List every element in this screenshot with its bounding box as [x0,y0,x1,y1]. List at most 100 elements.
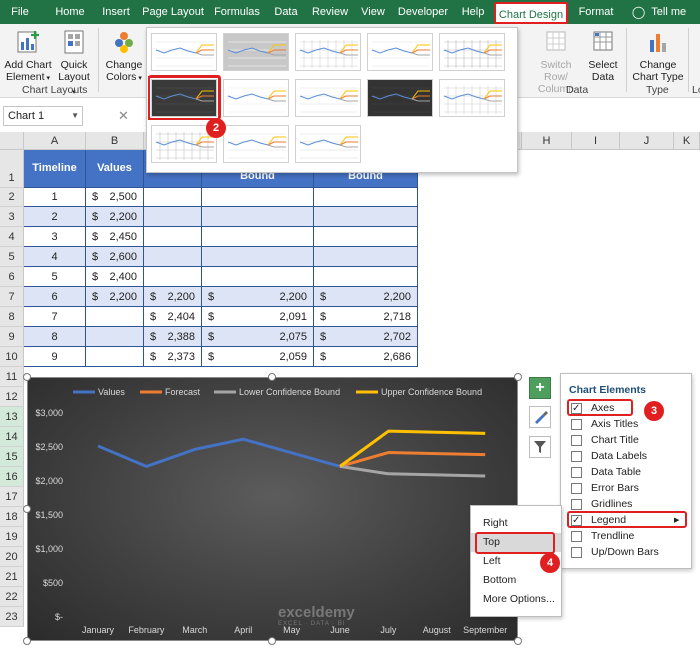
table-cell[interactable]: 7 [24,307,86,327]
table-cell[interactable] [202,207,314,227]
table-cell[interactable]: 6 [24,287,86,307]
tab-insert[interactable]: Insert [96,0,136,24]
chart-style-thumbnail[interactable] [295,33,361,71]
table-cell[interactable] [144,267,202,287]
resize-handle[interactable] [514,637,522,645]
column-header[interactable]: H [522,132,572,150]
change-colors-button[interactable]: Change Colors ▾ [104,28,144,85]
row-header[interactable]: 19 [0,527,24,547]
chart-style-thumbnail[interactable] [439,33,505,71]
row-header[interactable]: 3 [0,207,24,227]
table-cell[interactable]: $2,200 [86,207,144,227]
chart-filters-button[interactable] [529,436,551,458]
tab-help[interactable]: Help [458,0,488,24]
select-all-corner[interactable] [0,132,24,150]
table-cell[interactable] [202,227,314,247]
add-chart-element-button[interactable]: Add Chart Element ▾ [4,28,52,85]
chart-element-error-bars[interactable]: Error Bars [571,482,689,497]
table-cell[interactable] [202,188,314,207]
row-header[interactable]: 18 [0,507,24,527]
table-cell[interactable] [86,307,144,327]
table-header-values[interactable]: Values [86,150,144,188]
checkbox[interactable] [571,451,582,462]
chart-style-thumbnail[interactable] [223,125,289,163]
checkbox[interactable] [571,531,582,542]
resize-handle[interactable] [514,373,522,381]
table-cell[interactable] [314,227,418,247]
table-cell[interactable]: $2,091 [202,307,314,327]
row-header[interactable]: 14 [0,427,24,447]
table-cell[interactable] [314,247,418,267]
table-header-timeline[interactable]: Timeline [24,150,86,188]
legend-option-bottom[interactable]: Bottom [471,571,561,590]
table-cell[interactable]: $2,059 [202,347,314,367]
column-header[interactable]: J [620,132,674,150]
chart-style-thumbnail[interactable] [367,79,433,117]
chart-style-thumbnail[interactable] [295,125,361,163]
tell-me-search[interactable]: ◯ Tell me [626,0,692,24]
row-header[interactable]: 2 [0,188,24,207]
row-header[interactable]: 21 [0,567,24,587]
chart-style-thumbnail[interactable] [151,33,217,71]
chart-elements-button[interactable]: + [529,377,551,399]
chart-style-thumbnail[interactable] [439,79,505,117]
tab-file[interactable]: File [4,0,36,24]
checkbox[interactable] [571,483,582,494]
table-cell[interactable]: $2,200 [202,287,314,307]
table-cell[interactable] [314,188,418,207]
table-cell[interactable]: $2,388 [144,327,202,347]
series-line[interactable] [339,451,486,468]
chart-element-chart-title[interactable]: Chart Title [571,434,689,449]
row-header[interactable]: 5 [0,247,24,267]
table-cell[interactable]: $2,600 [86,247,144,267]
table-cell[interactable]: $2,200 [314,287,418,307]
table-cell[interactable]: 8 [24,327,86,347]
series-line[interactable] [97,437,341,468]
chart-element-data-table[interactable]: Data Table [571,466,689,481]
row-header[interactable]: 17 [0,487,24,507]
table-cell[interactable]: $2,075 [202,327,314,347]
checkbox[interactable] [571,467,582,478]
row-header[interactable]: 13 [0,407,24,427]
row-header[interactable]: 9 [0,327,24,347]
chart-style-thumbnail[interactable] [223,33,289,71]
row-header[interactable]: 11 [0,367,24,387]
table-cell[interactable]: 3 [24,227,86,247]
table-cell[interactable] [314,207,418,227]
table-cell[interactable] [144,227,202,247]
resize-handle[interactable] [23,637,31,645]
row-header[interactable]: 12 [0,387,24,407]
chart-element-axis-titles[interactable]: Axis Titles [571,418,689,433]
tab-view[interactable]: View [358,0,388,24]
checkbox[interactable] [571,435,582,446]
formula-cancel-icon[interactable]: ✕ [118,106,129,126]
tab-page-layout[interactable]: Page Layout [140,0,206,24]
select-data-button[interactable]: Select Data [586,28,620,83]
table-cell[interactable]: 1 [24,188,86,207]
column-header[interactable]: K [674,132,700,150]
table-cell[interactable]: $2,450 [86,227,144,247]
tab-formulas[interactable]: Formulas [212,0,262,24]
table-cell[interactable]: $2,400 [86,267,144,287]
chart-styles-button[interactable] [529,406,551,428]
resize-handle[interactable] [23,505,31,513]
table-cell[interactable]: $2,702 [314,327,418,347]
legend-option-more-options[interactable]: More Options... [471,590,561,609]
table-cell[interactable] [86,347,144,367]
table-cell[interactable]: 2 [24,207,86,227]
table-cell[interactable]: $2,686 [314,347,418,367]
tab-data[interactable]: Data [270,0,302,24]
forecast-line-chart[interactable]: $3,000 $2,500 $2,000 $1,500 $1,000 $500 $- Janu… [27,377,518,641]
chart-style-thumbnail[interactable] [295,79,361,117]
column-header[interactable]: A [24,132,86,150]
row-header[interactable]: 6 [0,267,24,287]
name-box[interactable]: Chart 1 ▼ [3,106,83,126]
table-cell[interactable] [144,247,202,267]
chart-style-thumbnail[interactable] [367,33,433,71]
tab-home[interactable]: Home [50,0,90,24]
resize-handle[interactable] [23,373,31,381]
table-cell[interactable]: $2,200 [86,287,144,307]
table-cell[interactable] [314,267,418,287]
series-line[interactable] [339,464,486,478]
row-header[interactable]: 1 [0,150,24,188]
